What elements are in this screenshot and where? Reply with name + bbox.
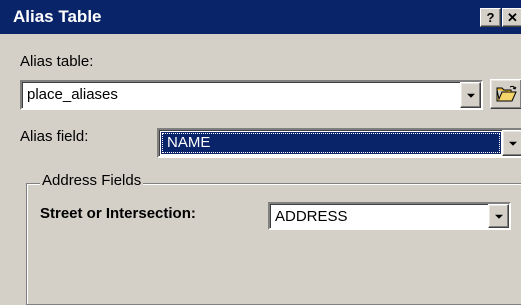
dropdown-arrow-icon	[466, 93, 475, 98]
help-icon: ?	[486, 10, 495, 25]
browse-button[interactable]	[490, 79, 521, 109]
selection-highlight	[161, 132, 501, 154]
alias-table-select[interactable]: place_aliases	[20, 80, 483, 110]
alias-field-dropdown-button[interactable]	[502, 130, 521, 156]
street-value: ADDRESS	[275, 208, 348, 225]
alias-table-label: Alias table:	[20, 53, 94, 70]
close-icon: ✕	[507, 10, 518, 25]
close-button[interactable]: ✕	[502, 8, 521, 27]
open-folder-icon	[496, 85, 517, 102]
street-label: Street or Intersection:	[40, 205, 196, 222]
alias-field-label: Alias field:	[20, 128, 89, 145]
alias-table-value: place_aliases	[27, 86, 118, 103]
dropdown-arrow-icon	[508, 141, 517, 146]
address-fields-legend: Address Fields	[40, 172, 144, 189]
alias-field-select[interactable]: NAME	[157, 128, 521, 158]
street-dropdown-button[interactable]	[488, 204, 509, 228]
help-button[interactable]: ?	[480, 8, 501, 27]
alias-table-dropdown-button[interactable]	[460, 82, 481, 108]
dropdown-arrow-icon	[494, 214, 503, 219]
street-select[interactable]: ADDRESS	[268, 202, 511, 230]
alias-field-value: NAME	[167, 134, 211, 151]
window-title: Alias Table	[13, 7, 102, 26]
